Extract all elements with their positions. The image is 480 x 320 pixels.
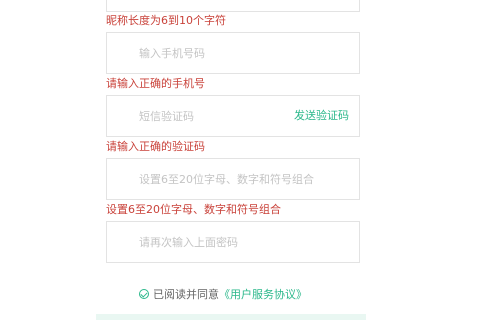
submit-button[interactable] xyxy=(96,314,366,320)
confirm-password-input[interactable] xyxy=(139,222,339,262)
password-field-box xyxy=(106,158,360,200)
code-field-box: 发送验证码 xyxy=(106,95,360,137)
password-error: 设置6至20位字母、数字和符号组合 xyxy=(106,203,281,216)
nickname-field[interactable] xyxy=(106,0,360,12)
phone-error: 请输入正确的手机号 xyxy=(106,77,205,90)
confirm-field-box xyxy=(106,221,360,263)
phone-field-box xyxy=(106,32,360,74)
check-circle-icon[interactable] xyxy=(139,289,149,299)
nickname-error: 昵称长度为6到10个字符 xyxy=(106,14,226,27)
agreement-text: 已阅读并同意 xyxy=(153,288,219,301)
phone-input[interactable] xyxy=(139,33,289,73)
register-form: 昵称长度为6到10个字符 请输入正确的手机号 发送验证码 请输入正确的验证码 设… xyxy=(0,0,480,320)
code-input[interactable] xyxy=(139,96,289,136)
user-agreement-link[interactable]: 《用户服务协议》 xyxy=(219,286,307,302)
password-input[interactable] xyxy=(139,159,339,199)
code-error: 请输入正确的验证码 xyxy=(106,140,205,153)
send-code-button[interactable]: 发送验证码 xyxy=(294,108,349,124)
agreement-row: 已阅读并同意 《用户服务协议》 xyxy=(139,286,307,302)
